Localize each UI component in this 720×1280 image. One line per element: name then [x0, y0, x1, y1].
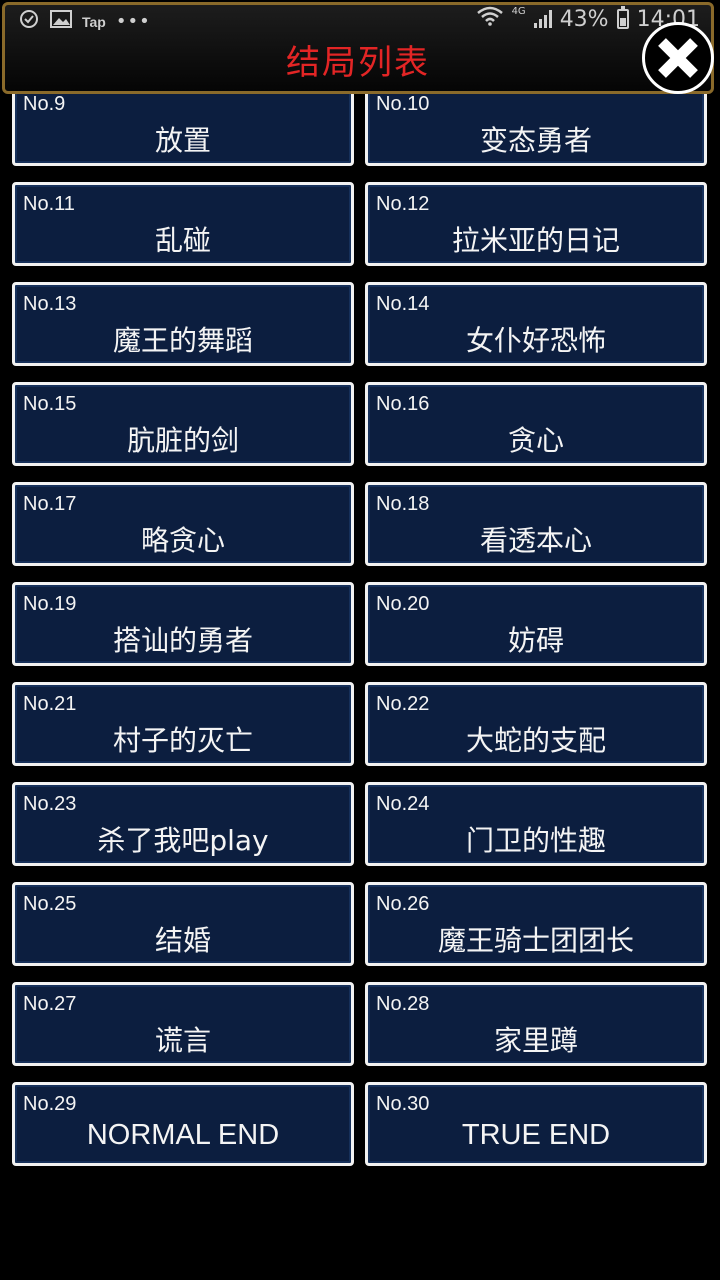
battery-icon: [616, 6, 629, 29]
ending-card[interactable]: No.23 杀了我吧play: [12, 782, 354, 866]
ending-title: 肮脏的剑: [126, 424, 239, 457]
ending-number: No.12: [376, 193, 430, 215]
more-notifications: •••: [115, 11, 151, 32]
ending-title: NORMAL END: [86, 1119, 280, 1151]
ending-card[interactable]: No.29 NORMAL END: [12, 1082, 354, 1166]
ending-card[interactable]: No.22 大蛇的支配: [365, 682, 707, 766]
ending-title: 妨碍: [507, 624, 564, 657]
ending-number: No.22: [376, 693, 430, 715]
ending-number: No.29: [23, 1093, 77, 1115]
close-button[interactable]: [642, 22, 714, 94]
ending-number: No.16: [376, 393, 430, 415]
image-icon: [50, 9, 72, 34]
ending-card[interactable]: No.28 家里蹲: [365, 982, 707, 1066]
ending-card[interactable]: No.20 妨碍: [365, 582, 707, 666]
ending-card[interactable]: No.13 魔王的舞蹈: [12, 282, 354, 366]
ending-number: No.10: [376, 93, 430, 115]
ending-title: TRUE END: [461, 1119, 611, 1151]
close-icon: [658, 38, 698, 78]
ending-card[interactable]: No.24 门卫的性趣: [365, 782, 707, 866]
ending-number: No.14: [376, 293, 430, 315]
ending-title: 搭讪的勇者: [112, 624, 253, 657]
ending-number: No.21: [23, 693, 77, 715]
ending-title: 女仆好恐怖: [465, 324, 606, 357]
ending-title: 村子的灭亡: [112, 724, 253, 757]
ending-number: No.13: [23, 293, 77, 315]
ending-title: 拉米亚的日记: [451, 224, 620, 257]
ending-title: 看透本心: [479, 524, 592, 557]
ending-number: No.23: [23, 793, 77, 815]
ending-title: 谎言: [154, 1024, 211, 1057]
ending-title: 门卫的性趣: [465, 824, 606, 857]
network-type: 4G: [511, 6, 526, 17]
ending-title: 魔王的舞蹈: [112, 324, 253, 357]
ending-number: No.25: [23, 893, 77, 915]
ending-title: 变态勇者: [479, 124, 592, 157]
page-title: 结局列表: [286, 43, 430, 83]
ending-title: 家里蹲: [493, 1024, 578, 1057]
ending-number: No.30: [376, 1093, 430, 1115]
ending-card[interactable]: No.10 变态勇者: [365, 82, 707, 166]
app-label: Tap: [82, 13, 106, 30]
battery-percent: 43%: [559, 6, 609, 32]
ending-card[interactable]: No.17 略贪心: [12, 482, 354, 566]
ending-title: 杀了我吧play: [97, 824, 269, 857]
ending-title: 贪心: [507, 424, 564, 457]
ending-list[interactable]: No.9 放置 No.10 变态勇者 No.11 乱碰 No.12 拉米亚的日记 No.13 魔王…: [0, 0, 720, 1280]
ending-number: No.27: [23, 993, 77, 1015]
ending-number: No.20: [376, 593, 430, 615]
ending-card[interactable]: No.25 结婚: [12, 882, 354, 966]
ending-title: 大蛇的支配: [465, 724, 606, 757]
ending-number: No.24: [376, 793, 430, 815]
status-bar: Tap ••• 4G 43% 14:01: [0, 0, 720, 42]
status-left: Tap •••: [18, 8, 151, 35]
ending-number: No.9: [23, 93, 66, 115]
notification-icon: [18, 8, 40, 35]
ending-title: 略贪心: [140, 524, 225, 557]
ending-card[interactable]: No.30 TRUE END: [365, 1082, 707, 1166]
ending-number: No.17: [23, 493, 77, 515]
ending-number: No.11: [23, 193, 75, 215]
ending-card[interactable]: No.21 村子的灭亡: [12, 682, 354, 766]
ending-number: No.15: [23, 393, 77, 415]
ending-card[interactable]: No.9 放置: [12, 82, 354, 166]
wifi-icon: [476, 6, 504, 32]
ending-card[interactable]: No.18 看透本心: [365, 482, 707, 566]
ending-title: 放置: [154, 124, 211, 157]
ending-card[interactable]: No.14 女仆好恐怖: [365, 282, 707, 366]
ending-title: 乱碰: [154, 224, 211, 257]
ending-card[interactable]: No.11 乱碰: [12, 182, 354, 266]
ending-card[interactable]: No.15 肮脏的剑: [12, 382, 354, 466]
ending-card[interactable]: No.12 拉米亚的日记: [365, 182, 707, 266]
ending-number: No.28: [376, 993, 430, 1015]
ending-title: 魔王骑士团团长: [437, 924, 634, 957]
ending-number: No.26: [376, 893, 430, 915]
ending-card[interactable]: No.16 贪心: [365, 382, 707, 466]
ending-number: No.18: [376, 493, 430, 515]
ending-title: 结婚: [154, 924, 211, 957]
ending-number: No.19: [23, 593, 77, 615]
ending-card[interactable]: No.27 谎言: [12, 982, 354, 1066]
ending-card[interactable]: No.19 搭讪的勇者: [12, 582, 354, 666]
signal-icon: [533, 10, 552, 28]
ending-card[interactable]: No.26 魔王骑士团团长: [365, 882, 707, 966]
